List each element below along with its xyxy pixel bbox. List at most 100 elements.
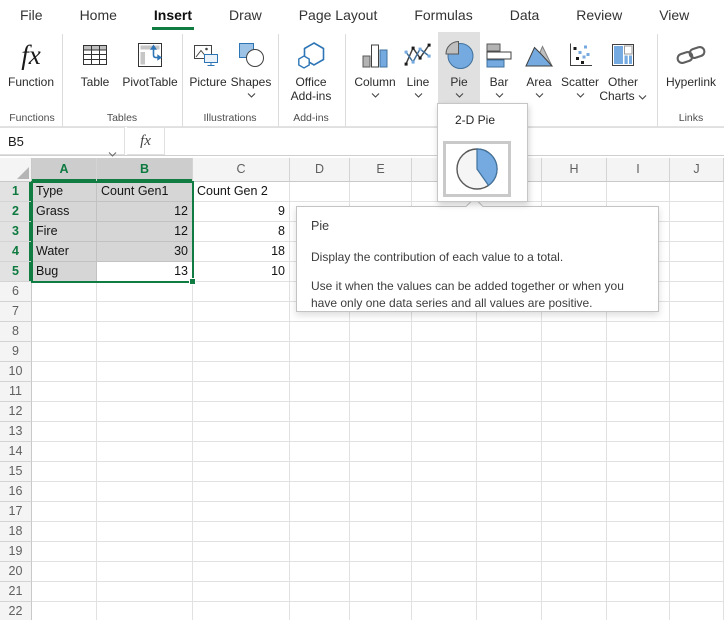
- row-header-22[interactable]: 22: [0, 602, 32, 620]
- 2d-pie-option[interactable]: [443, 141, 511, 197]
- cell-C14[interactable]: [193, 442, 290, 462]
- cell-A17[interactable]: [32, 502, 97, 522]
- menu-tab-formulas[interactable]: Formulas: [414, 0, 472, 30]
- cell-H12[interactable]: [542, 402, 607, 422]
- cell-E20[interactable]: [350, 562, 412, 582]
- cell-C7[interactable]: [193, 302, 290, 322]
- cell-G16[interactable]: [477, 482, 542, 502]
- row-header-9[interactable]: 9: [0, 342, 32, 362]
- cell-G20[interactable]: [477, 562, 542, 582]
- row-header-13[interactable]: 13: [0, 422, 32, 442]
- cell-E16[interactable]: [350, 482, 412, 502]
- cell-F16[interactable]: [412, 482, 477, 502]
- cell-B13[interactable]: [97, 422, 193, 442]
- cell-I11[interactable]: [607, 382, 670, 402]
- cell-C22[interactable]: [193, 602, 290, 620]
- cell-H13[interactable]: [542, 422, 607, 442]
- cell-J13[interactable]: [670, 422, 724, 442]
- cell-F14[interactable]: [412, 442, 477, 462]
- cell-G14[interactable]: [477, 442, 542, 462]
- cell-D15[interactable]: [290, 462, 350, 482]
- cell-D18[interactable]: [290, 522, 350, 542]
- cell-A19[interactable]: [32, 542, 97, 562]
- cell-D17[interactable]: [290, 502, 350, 522]
- row-header-5[interactable]: 5: [0, 262, 32, 282]
- row-header-7[interactable]: 7: [0, 302, 32, 322]
- row-header-21[interactable]: 21: [0, 582, 32, 602]
- cell-A21[interactable]: [32, 582, 97, 602]
- cell-G8[interactable]: [477, 322, 542, 342]
- cell-J10[interactable]: [670, 362, 724, 382]
- cell-I21[interactable]: [607, 582, 670, 602]
- cell-I13[interactable]: [607, 422, 670, 442]
- cell-F10[interactable]: [412, 362, 477, 382]
- cell-B17[interactable]: [97, 502, 193, 522]
- cell-B21[interactable]: [97, 582, 193, 602]
- col-header-E[interactable]: E: [350, 158, 412, 182]
- cell-B12[interactable]: [97, 402, 193, 422]
- cell-J7[interactable]: [670, 302, 724, 322]
- cell-E15[interactable]: [350, 462, 412, 482]
- cell-C1[interactable]: Count Gen 2: [193, 182, 290, 202]
- cell-J20[interactable]: [670, 562, 724, 582]
- cell-F9[interactable]: [412, 342, 477, 362]
- cell-G13[interactable]: [477, 422, 542, 442]
- cell-A12[interactable]: [32, 402, 97, 422]
- table-button[interactable]: Table: [72, 32, 118, 110]
- cell-J2[interactable]: [670, 202, 724, 222]
- cell-B9[interactable]: [97, 342, 193, 362]
- cell-G15[interactable]: [477, 462, 542, 482]
- shapes-button[interactable]: Shapes: [228, 32, 274, 110]
- cell-J8[interactable]: [670, 322, 724, 342]
- pivottable-button[interactable]: PivotTable: [118, 32, 182, 110]
- cell-J18[interactable]: [670, 522, 724, 542]
- cell-A16[interactable]: [32, 482, 97, 502]
- cell-D1[interactable]: [290, 182, 350, 202]
- cell-E1[interactable]: [350, 182, 412, 202]
- cell-I9[interactable]: [607, 342, 670, 362]
- cell-J5[interactable]: [670, 262, 724, 282]
- cell-I1[interactable]: [607, 182, 670, 202]
- cell-H9[interactable]: [542, 342, 607, 362]
- cell-B14[interactable]: [97, 442, 193, 462]
- col-header-B[interactable]: B: [97, 158, 193, 182]
- cell-H16[interactable]: [542, 482, 607, 502]
- cell-H1[interactable]: [542, 182, 607, 202]
- pie-chart-button[interactable]: Pie: [438, 32, 480, 110]
- hyperlink-button[interactable]: Hyperlink: [660, 32, 722, 110]
- col-header-I[interactable]: I: [607, 158, 670, 182]
- row-header-11[interactable]: 11: [0, 382, 32, 402]
- cell-J21[interactable]: [670, 582, 724, 602]
- cell-B4[interactable]: 30: [97, 242, 193, 262]
- cell-E19[interactable]: [350, 542, 412, 562]
- cell-J14[interactable]: [670, 442, 724, 462]
- cell-A2[interactable]: Grass: [32, 202, 97, 222]
- cell-F18[interactable]: [412, 522, 477, 542]
- cell-F20[interactable]: [412, 562, 477, 582]
- cell-J1[interactable]: [670, 182, 724, 202]
- cell-G10[interactable]: [477, 362, 542, 382]
- cell-D9[interactable]: [290, 342, 350, 362]
- cell-B8[interactable]: [97, 322, 193, 342]
- cell-C8[interactable]: [193, 322, 290, 342]
- cell-D14[interactable]: [290, 442, 350, 462]
- bar-chart-button[interactable]: Bar: [480, 32, 518, 110]
- cell-H10[interactable]: [542, 362, 607, 382]
- col-header-D[interactable]: D: [290, 158, 350, 182]
- cell-J22[interactable]: [670, 602, 724, 620]
- cell-H21[interactable]: [542, 582, 607, 602]
- cell-H8[interactable]: [542, 322, 607, 342]
- cell-A8[interactable]: [32, 322, 97, 342]
- cell-A5[interactable]: Bug: [32, 262, 97, 282]
- row-header-16[interactable]: 16: [0, 482, 32, 502]
- cell-D8[interactable]: [290, 322, 350, 342]
- cell-C18[interactable]: [193, 522, 290, 542]
- cell-A20[interactable]: [32, 562, 97, 582]
- cell-D12[interactable]: [290, 402, 350, 422]
- cell-I20[interactable]: [607, 562, 670, 582]
- cell-E17[interactable]: [350, 502, 412, 522]
- fill-handle[interactable]: [189, 278, 196, 285]
- cell-D10[interactable]: [290, 362, 350, 382]
- insert-function-button[interactable]: fx: [127, 127, 165, 155]
- cell-B18[interactable]: [97, 522, 193, 542]
